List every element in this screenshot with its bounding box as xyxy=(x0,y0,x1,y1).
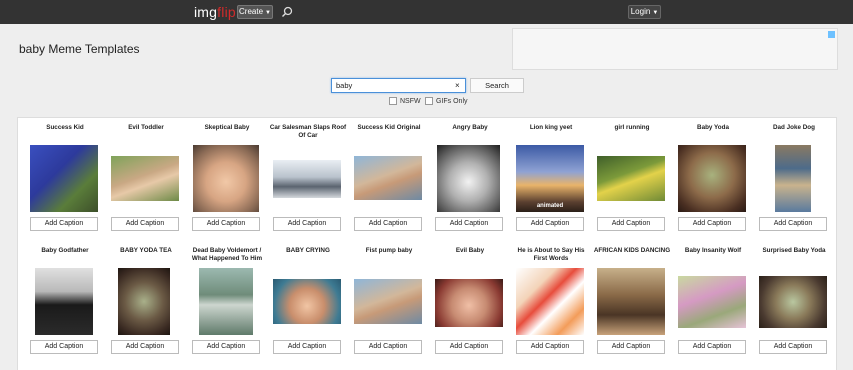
advertisement-box[interactable] xyxy=(512,28,838,70)
add-caption-button[interactable]: Add Caption xyxy=(759,340,827,354)
top-nav-bar: imgflip Create ▼ Login ▼ xyxy=(0,0,853,24)
template-thumbnail[interactable]: animated xyxy=(516,145,584,212)
nsfw-checkbox[interactable] xyxy=(389,97,397,105)
template-title[interactable]: AFRICAN KIDS DANCING xyxy=(592,247,672,255)
template-title[interactable]: Evil Baby xyxy=(430,247,510,255)
template-thumbnail[interactable] xyxy=(199,268,253,335)
template-title[interactable]: BABY CRYING xyxy=(268,247,348,255)
add-caption-button[interactable]: Add Caption xyxy=(354,217,422,231)
nsfw-filter[interactable]: NSFW xyxy=(389,97,421,105)
gifs-only-label: GIFs Only xyxy=(436,97,468,105)
search-button[interactable]: Search xyxy=(470,78,524,93)
template-thumbnail[interactable] xyxy=(678,145,746,212)
template-thumbnail[interactable] xyxy=(273,160,341,198)
template-title[interactable]: Car Salesman Slaps Roof Of Car xyxy=(268,124,348,140)
gifs-only-checkbox[interactable] xyxy=(425,97,433,105)
logo-img-text: img xyxy=(194,4,218,20)
template-title[interactable]: BABY YODA TEA xyxy=(106,247,186,255)
add-caption-button[interactable]: Add Caption xyxy=(111,340,179,354)
template-title[interactable]: Dad Joke Dog xyxy=(754,124,834,132)
template-title[interactable]: Surprised Baby Yoda xyxy=(754,247,834,255)
login-label: Login xyxy=(630,7,651,16)
template-title[interactable]: Baby Insanity Wolf xyxy=(673,247,753,255)
template-title[interactable]: Dead Baby Voldemort / What Happened To H… xyxy=(187,247,267,263)
add-caption-button[interactable]: Add Caption xyxy=(597,217,665,231)
add-caption-button[interactable]: Add Caption xyxy=(597,340,665,354)
template-thumbnail[interactable] xyxy=(354,279,422,324)
add-caption-button[interactable]: Add Caption xyxy=(192,340,260,354)
add-caption-button[interactable]: Add Caption xyxy=(678,217,746,231)
template-title[interactable]: Fist pump baby xyxy=(349,247,429,255)
template-thumbnail[interactable] xyxy=(273,279,341,324)
template-title[interactable]: girl running xyxy=(592,124,672,132)
add-caption-button[interactable]: Add Caption xyxy=(192,217,260,231)
create-label: Create xyxy=(239,7,264,16)
page-title: baby Meme Templates xyxy=(19,42,140,56)
search-icon[interactable] xyxy=(281,6,293,18)
template-title[interactable]: Success Kid xyxy=(25,124,105,132)
add-caption-button[interactable]: Add Caption xyxy=(435,340,503,354)
nsfw-label: NSFW xyxy=(400,97,421,105)
login-button[interactable]: Login ▼ xyxy=(628,5,661,19)
add-caption-button[interactable]: Add Caption xyxy=(30,217,98,231)
animated-badge: animated xyxy=(536,203,564,209)
add-caption-button[interactable]: Add Caption xyxy=(273,340,341,354)
add-caption-button[interactable]: Add Caption xyxy=(111,217,179,231)
gifs-only-filter[interactable]: GIFs Only xyxy=(425,97,468,105)
template-thumbnail[interactable] xyxy=(775,145,811,212)
template-thumbnail[interactable] xyxy=(437,145,500,212)
create-menu-button[interactable]: Create ▼ xyxy=(237,5,273,19)
imgflip-logo[interactable]: imgflip xyxy=(194,4,236,20)
add-caption-button[interactable]: Add Caption xyxy=(30,340,98,354)
template-title[interactable]: Baby Yoda xyxy=(673,124,753,132)
template-thumbnail[interactable] xyxy=(118,268,170,335)
template-thumbnail[interactable] xyxy=(678,276,746,328)
ad-choices-icon[interactable] xyxy=(828,31,835,38)
template-thumbnail[interactable] xyxy=(435,279,503,327)
template-thumbnail[interactable] xyxy=(759,276,827,328)
template-thumbnail[interactable] xyxy=(35,268,93,335)
clear-search-icon[interactable]: × xyxy=(455,79,460,92)
template-title[interactable]: Evil Toddler xyxy=(106,124,186,132)
template-thumbnail[interactable] xyxy=(516,268,584,335)
logo-flip-text: flip xyxy=(217,4,236,20)
template-title[interactable]: Skeptical Baby xyxy=(187,124,267,132)
add-caption-button[interactable]: Add Caption xyxy=(759,217,827,231)
template-title[interactable]: Success Kid Original xyxy=(349,124,429,132)
template-title[interactable]: He is About to Say His First Words xyxy=(511,247,591,263)
template-thumbnail[interactable] xyxy=(354,156,422,200)
add-caption-button[interactable]: Add Caption xyxy=(354,340,422,354)
add-caption-button[interactable]: Add Caption xyxy=(678,340,746,354)
template-thumbnail[interactable] xyxy=(193,145,259,212)
search-input[interactable] xyxy=(331,78,466,93)
chevron-down-icon: ▼ xyxy=(652,10,659,16)
add-caption-button[interactable]: Add Caption xyxy=(516,340,584,354)
template-title[interactable]: Baby Godfather xyxy=(25,247,105,255)
template-thumbnail[interactable] xyxy=(597,268,665,335)
add-caption-button[interactable]: Add Caption xyxy=(273,217,341,231)
template-thumbnail[interactable] xyxy=(597,156,665,201)
template-title[interactable]: Lion king yeet xyxy=(511,124,591,132)
template-title[interactable]: Angry Baby xyxy=(430,124,510,132)
template-thumbnail[interactable] xyxy=(111,156,179,201)
chevron-down-icon: ▼ xyxy=(265,10,271,16)
template-thumbnail[interactable] xyxy=(30,145,98,212)
add-caption-button[interactable]: Add Caption xyxy=(516,217,584,231)
add-caption-button[interactable]: Add Caption xyxy=(435,217,503,231)
